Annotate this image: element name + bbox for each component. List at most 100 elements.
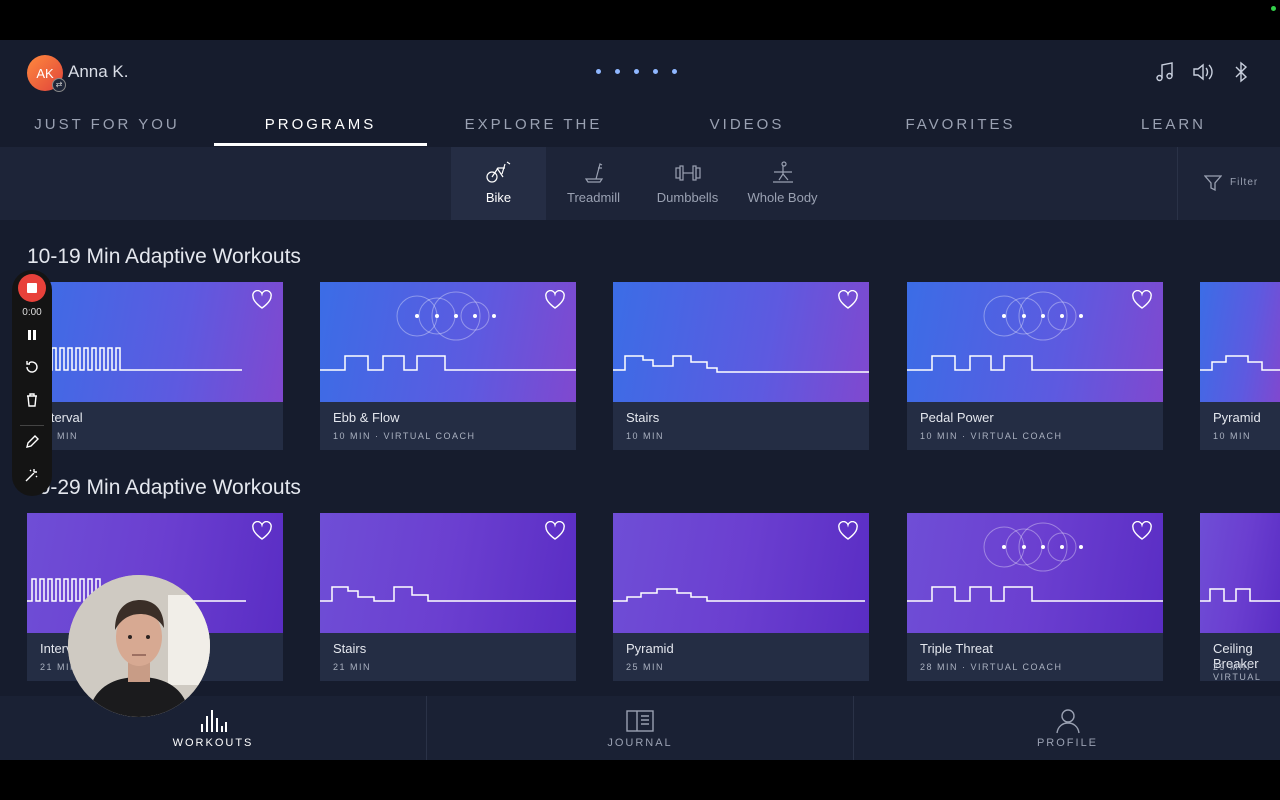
tab-videos[interactable]: VIDEOS [640,106,854,146]
top-bar: AK ⇄ Anna K. [0,40,1280,106]
bottom-nav-label: WORKOUTS [172,737,254,749]
page-dot [615,69,620,74]
workout-card[interactable]: Stairs 21 MIN [320,513,576,681]
equipment-label: Whole Body [747,190,818,205]
workout-card[interactable]: Pyramid 10 MIN [1200,282,1280,450]
status-indicator [1271,6,1276,11]
page-dot [596,69,601,74]
workout-graph [320,282,576,402]
workout-graph [1200,282,1280,402]
music-icon[interactable] [1154,60,1176,84]
workout-card[interactable]: Stairs 10 MIN [613,282,869,450]
workout-name: Pyramid [626,641,674,656]
heart-icon[interactable] [837,520,859,541]
restart-icon[interactable] [24,359,40,375]
pause-icon[interactable] [24,327,40,343]
page-dot [672,69,677,74]
user-name[interactable]: Anna K. [68,62,129,82]
workout-graph [907,513,1163,633]
equipment-label: Bike [485,190,512,205]
recording-toolbar: 0:00 [12,270,52,496]
tab-explore-the-world[interactable]: EXPLORE THE WORLD [427,106,640,171]
page-dot [634,69,639,74]
stop-recording-button[interactable] [18,274,46,302]
equipment-dumbbells[interactable]: Dumbbells [640,147,735,220]
workout-name: Pyramid [1213,410,1261,425]
page-dot [653,69,658,74]
heart-icon[interactable] [837,289,859,310]
bottom-nav-journal[interactable]: JOURNAL [426,696,853,760]
workout-graph [907,282,1163,402]
workout-card[interactable]: Interval 10 MIN [27,282,283,450]
workout-meta: 10 MIN [1213,431,1252,441]
equipment-treadmill[interactable]: Treadmill [546,147,641,220]
treadmill-icon [580,160,608,186]
workout-card[interactable]: Ebb & Flow 10 MIN · VIRTUAL COACH [320,282,576,450]
delete-icon[interactable] [24,392,40,408]
whole-body-icon [769,160,797,186]
webcam-bubble[interactable] [68,575,210,717]
top-icons [1154,60,1252,84]
workout-meta: 10 MIN · VIRTUAL COACH [333,431,476,441]
equipment-whole-body[interactable]: Whole Body [735,147,830,220]
workout-name: Stairs [626,410,660,425]
bluetooth-icon[interactable] [1230,60,1252,84]
equipment-bike[interactable]: Bike [451,147,546,220]
heart-icon[interactable] [1131,289,1153,310]
switch-user-icon: ⇄ [52,78,66,92]
avatar-initials: AK [36,65,54,81]
tab-favorites[interactable]: FAVORITES [854,106,1067,146]
volume-icon[interactable] [1192,60,1214,84]
bottom-nav-profile[interactable]: PROFILE [853,696,1280,760]
avatar[interactable]: AK ⇄ [27,55,66,92]
equipment-label: Treadmill [567,190,620,205]
workout-meta: 25 MIN [626,662,665,672]
workout-meta: 10 MIN [626,431,665,441]
workouts-icon [198,708,228,734]
workout-card[interactable]: Ceiling Breaker 29 MIN · VIRTUAL COACH [1200,513,1280,681]
workout-card[interactable]: Pyramid 25 MIN [613,513,869,681]
heart-icon[interactable] [251,520,273,541]
workout-name: Pedal Power [920,410,994,425]
heart-icon[interactable] [544,520,566,541]
workout-meta: 10 MIN · VIRTUAL COACH [920,431,1063,441]
recording-timer: 0:00 [22,307,42,318]
heart-icon[interactable] [544,289,566,310]
pen-icon[interactable] [24,434,40,450]
workout-card[interactable]: Triple Threat 28 MIN · VIRTUAL COACH [907,513,1163,681]
filter-icon [1203,174,1223,192]
workout-meta: 28 MIN · VIRTUAL COACH [920,662,1063,672]
workout-meta: 21 MIN [333,662,372,672]
filter-button[interactable]: Filter [1177,147,1280,220]
tab-learn[interactable]: LEARN [1067,106,1280,146]
bottom-nav-label: JOURNAL [607,737,673,749]
page-indicator [596,69,677,74]
tab-just-for-you[interactable]: JUST FOR YOU [0,106,214,146]
bottom-nav: WORKOUTS JOURNAL PROFILE [0,696,1280,760]
workout-graph [1200,513,1280,633]
presenter-video [68,575,210,717]
heart-icon[interactable] [1131,520,1153,541]
equipment-bar: Bike Treadmill Dumbbells Whole Body Filt… [0,147,1280,220]
workout-name: Ebb & Flow [333,410,400,425]
journal-icon [625,708,655,734]
workout-name: Stairs [333,641,367,656]
workout-graph [27,282,283,402]
bottom-nav-workouts[interactable]: WORKOUTS [0,696,426,760]
section-title: 20-29 Min Adaptive Workouts [27,476,301,499]
main-tabs: JUST FOR YOU PROGRAMS EXPLORE THE WORLD … [0,106,1280,171]
effects-icon[interactable] [24,467,40,483]
workout-name: Triple Threat [920,641,993,656]
workout-card[interactable]: Pedal Power 10 MIN · VIRTUAL COACH [907,282,1163,450]
bike-icon [485,160,513,186]
dumbbell-icon [674,160,702,186]
workout-meta: 29 MIN · VIRTUAL COACH [1213,662,1262,681]
workout-graph [320,513,576,633]
equipment-label: Dumbbells [656,190,719,205]
profile-icon [1053,708,1083,734]
bottom-nav-label: PROFILE [1036,737,1099,749]
filter-label: Filter [1230,177,1259,188]
heart-icon[interactable] [251,289,273,310]
tab-programs[interactable]: PROGRAMS [214,106,427,146]
toolbar-divider [20,425,44,426]
